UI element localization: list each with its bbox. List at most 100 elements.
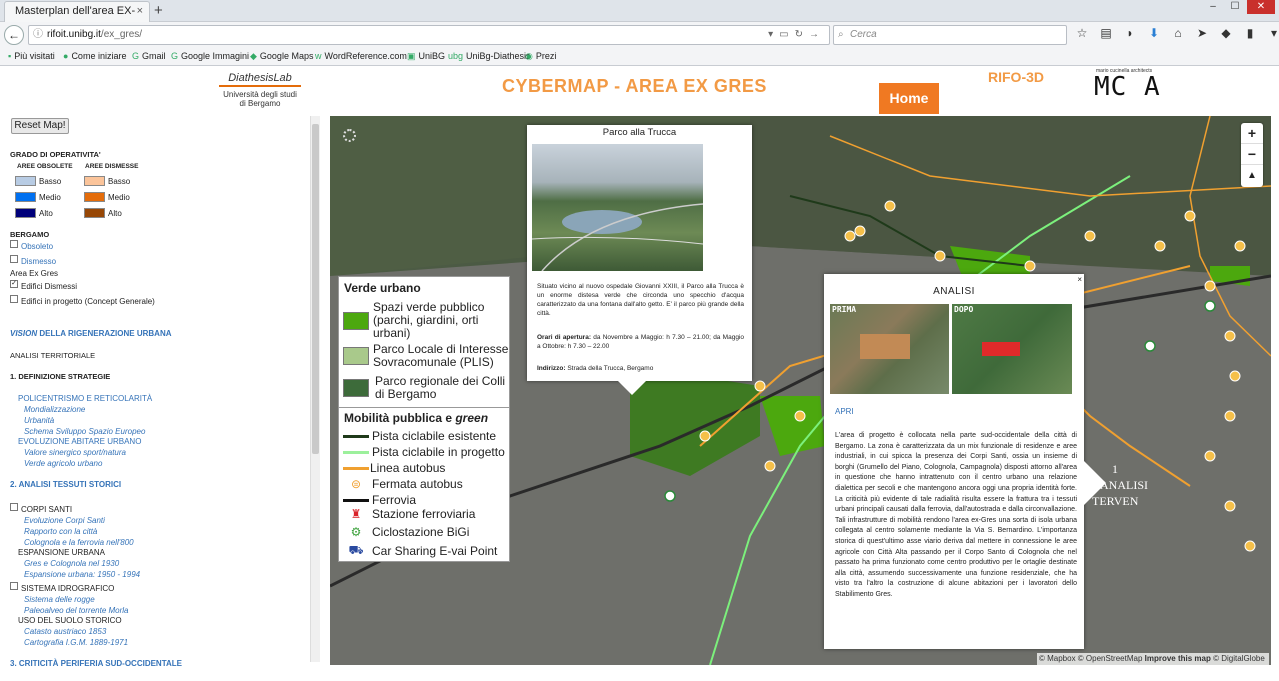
- bookmark-item[interactable]: G Gmail: [132, 48, 166, 65]
- edifici-dismessi-label[interactable]: Edifici Dismessi: [21, 282, 77, 291]
- dismesso-label[interactable]: Dismesso: [21, 257, 56, 266]
- zoom-out-button[interactable]: −: [1241, 144, 1263, 165]
- col-dismesse-header: AREE DISMESSE: [85, 163, 139, 170]
- obsoleto-checkbox[interactable]: [10, 240, 18, 248]
- toolbar-icons: ☆ ▤ ◗ ⬇ ⌂ ➤ ◆ ▮ ▾ ≡: [1074, 26, 1279, 40]
- bookmark-item[interactable]: ● Come iniziare: [63, 48, 126, 65]
- popup-title: Parco alla Trucca: [602, 127, 677, 138]
- minimize-button[interactable]: –: [1203, 0, 1223, 14]
- page-title: CYBERMAP - AREA EX GRES: [502, 76, 767, 96]
- home-button[interactable]: Home: [879, 83, 939, 114]
- mca-logo[interactable]: mario cucinella architects MC A: [1094, 68, 1164, 100]
- sistema-checkbox[interactable]: [10, 582, 18, 590]
- corpi-santi-checkbox[interactable]: [10, 503, 18, 511]
- verde-agricolo-link[interactable]: Verde agricolo urbano: [24, 459, 102, 468]
- edifici-progetto-checkbox[interactable]: [10, 295, 18, 303]
- reading-list-icon[interactable]: ▤: [1098, 26, 1114, 40]
- search-input[interactable]: ⌕ Cerca: [833, 25, 1067, 45]
- reload-icon[interactable]: ▾▭↻→: [768, 26, 825, 44]
- paleoalveo-link[interactable]: Paleoalveo del torrente Morla: [24, 606, 129, 615]
- rogge-link[interactable]: Sistema delle rogge: [24, 595, 95, 604]
- dopo-image[interactable]: DOPO: [952, 304, 1072, 394]
- bookmark-item[interactable]: G Google Immagini: [171, 48, 249, 65]
- sistema-label[interactable]: SISTEMA IDROGRAFICO: [21, 584, 114, 593]
- map-zoom-controls: + − ▲: [1241, 123, 1263, 187]
- car-sharing-icon: ⛟: [348, 543, 364, 557]
- bookmark-item[interactable]: ▣ UniBG: [407, 48, 445, 65]
- cartografia-link[interactable]: Cartografia I.G.M. 1889-1971: [24, 638, 128, 647]
- rifo-3d-label[interactable]: RIFO-3D: [988, 69, 1044, 85]
- mondializzazione-link[interactable]: Mondializzazione: [24, 405, 85, 414]
- obsolete-alto-swatch: [15, 208, 36, 218]
- rapporto-link[interactable]: Rapporto con la città: [24, 527, 97, 536]
- extension-icon[interactable]: ◆: [1218, 26, 1234, 40]
- policentrismo-link[interactable]: POLICENTRISMO E RETICOLARITÀ: [18, 394, 152, 403]
- analisi-territoriale[interactable]: ANALISI TERRITORIALE: [10, 351, 95, 360]
- vision-link[interactable]: VISION DELLA RIGENERAZIONE URBANA: [10, 329, 172, 338]
- popup-orari: Orari di apertura: da Novembre a Maggio:…: [537, 334, 744, 350]
- bookmark-item[interactable]: w WordReference.com: [315, 48, 407, 65]
- valore-link[interactable]: Valore sinergico sport/natura: [24, 448, 126, 457]
- bookmark-item[interactable]: ▪ Più visitati: [8, 48, 55, 65]
- download-icon[interactable]: ⬇: [1146, 26, 1162, 40]
- section-criticita[interactable]: 3. CRITICITÀ PERIFERIA SUD-OCCIDENTALE: [10, 659, 182, 668]
- bookmark-item[interactable]: ubg UniBg-Diathesis: [448, 48, 531, 65]
- unibg-icon: ubg: [448, 51, 464, 61]
- catasto-link[interactable]: Catasto austriaco 1853: [24, 627, 106, 636]
- edifici-progetto-label[interactable]: Edifici in progetto (Concept Generale): [21, 297, 155, 306]
- dismesso-checkbox[interactable]: [10, 255, 18, 263]
- info-icon[interactable]: ⓘ: [33, 26, 43, 44]
- bookmark-item[interactable]: ◉ Prezi: [525, 48, 556, 65]
- overflow-icon[interactable]: ▾: [1266, 26, 1279, 40]
- section-definizione-strategie[interactable]: 1. DEFINIZIONE STRATEGIE: [10, 372, 110, 381]
- close-icon[interactable]: ×: [1077, 275, 1082, 286]
- parco-popup: Parco alla Trucca Situato vicino al nuov…: [527, 125, 752, 381]
- legend-item: Linea autobus: [343, 461, 445, 475]
- prima-image[interactable]: PRIMA: [830, 304, 949, 394]
- scrollbar-thumb[interactable]: [312, 124, 319, 454]
- zoom-in-button[interactable]: +: [1241, 123, 1263, 144]
- browser-tab[interactable]: Masterplan dell'area EX-GERS ×: [4, 1, 150, 36]
- close-window-button[interactable]: ✕: [1247, 0, 1275, 14]
- edifici-dismessi-checkbox[interactable]: ✓: [10, 280, 18, 288]
- corpi-santi-label[interactable]: CORPI SANTI: [21, 505, 72, 514]
- sync-icon[interactable]: ➤: [1194, 26, 1210, 40]
- url-bar[interactable]: ⓘ rifoit.unibg.it/ex_gres/ ▾▭↻→: [28, 25, 830, 45]
- addon-icon[interactable]: ▮: [1242, 26, 1258, 40]
- section-tessuti-storici[interactable]: 2. ANALISI TESSUTI STORICI: [10, 480, 121, 489]
- reset-map-button[interactable]: Reset Map!: [11, 118, 69, 134]
- apri-link[interactable]: APRI: [835, 407, 854, 418]
- bookmarks-bar: ▪ Più visitati ● Come iniziare G Gmail G Goo…: [0, 48, 1279, 66]
- uso-label: USO DEL SUOLO STORICO: [18, 616, 122, 625]
- diathesislab-logo[interactable]: DiathesisLab Università degli studi di B…: [219, 72, 301, 110]
- home-icon[interactable]: ⌂: [1170, 26, 1186, 40]
- gres-link[interactable]: Gres e Colognola nel 1930: [24, 559, 119, 568]
- evoluzione-link[interactable]: EVOLUZIONE ABITARE URBANO: [18, 437, 141, 446]
- maximize-button[interactable]: ☐: [1225, 0, 1245, 14]
- popup-description: Situato vicino al nuovo ospedale Giovann…: [537, 283, 744, 317]
- maps-icon: ◆: [250, 51, 257, 61]
- pocket-icon[interactable]: ◗: [1122, 26, 1138, 40]
- bookmark-icon: ●: [63, 51, 69, 61]
- colognola-link[interactable]: Colognola e la ferrovia nell'800: [24, 538, 134, 547]
- bookmark-item[interactable]: ◆ Google Maps: [250, 48, 313, 65]
- new-tab-button[interactable]: +: [154, 2, 163, 19]
- legend-swatch: [343, 347, 369, 365]
- legend-swatch: [343, 311, 369, 330]
- train-station-icon: ♜: [350, 507, 362, 521]
- espansione-urbana-link[interactable]: Espansione urbana: 1950 - 1994: [24, 570, 140, 579]
- prezi-icon: ◉: [525, 51, 533, 61]
- urbanita-link[interactable]: Urbanità: [24, 416, 54, 425]
- legend-item: Spazi verde pubblico (parchi, giardini, …: [343, 301, 509, 340]
- evoluzione-corpi-link[interactable]: Evoluzione Corpi Santi: [24, 516, 105, 525]
- schema-link[interactable]: Schema Sviluppo Spazio Europeo: [24, 427, 145, 436]
- level-label: Basso: [108, 177, 131, 186]
- back-arrow-icon[interactable]: ←: [4, 25, 24, 45]
- sidebar-scrollbar[interactable]: [310, 116, 320, 662]
- star-icon[interactable]: ☆: [1074, 26, 1090, 40]
- tab-bar: Masterplan dell'area EX-GERS × + – ☐ ✕: [0, 0, 1279, 36]
- tab-close-icon[interactable]: ×: [137, 2, 143, 21]
- improve-map-link[interactable]: Improve this map: [1145, 654, 1211, 663]
- obsoleto-label[interactable]: Obsoleto: [21, 242, 53, 251]
- compass-icon[interactable]: ▲: [1241, 165, 1263, 186]
